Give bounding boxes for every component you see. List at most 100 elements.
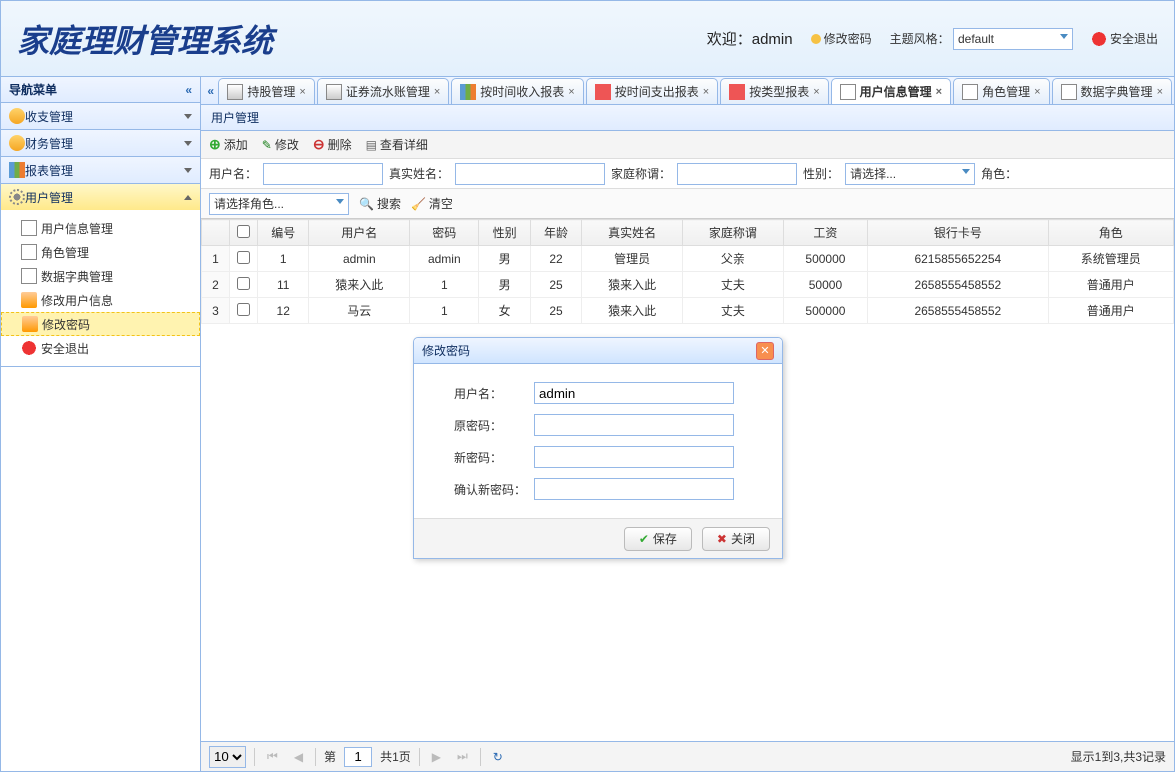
tab-bar: « 持股管理× 证券流水账管理× 按时间收入报表× 按时间支出报表× 按类型报表… [201,77,1174,105]
app-header: 家庭理财管理系统 欢迎：admin 修改密码 主题风格： default 安全退… [1,1,1174,77]
theme-select[interactable]: default [953,28,1073,50]
sidebar-item-change-pwd[interactable]: 修改密码 [1,312,200,336]
search-icon: 🔍 [359,197,374,211]
org-icon [729,84,745,100]
plus-icon: ⊕ [209,136,221,153]
add-button[interactable]: ⊕添加 [209,136,248,153]
search-button[interactable]: 🔍搜索 [359,195,401,212]
tab-expense-time[interactable]: 按时间支出报表× [586,78,718,104]
close-button[interactable]: ✖关闭 [702,527,770,551]
broom-icon: 🧹 [411,197,426,211]
tab-stock[interactable]: 持股管理× [218,78,314,104]
dialog-title: 修改密码 ✕ [414,338,782,364]
sidebar-item-user-info[interactable]: 用户信息管理 [1,216,200,240]
logout-link[interactable]: 安全退出 [1091,30,1158,47]
close-icon[interactable]: × [434,86,440,98]
view-button[interactable]: ▤查看详细 [366,136,428,153]
tab-securities[interactable]: 证券流水账管理× [317,78,449,104]
save-button[interactable]: ✔保存 [624,527,692,551]
gear-icon [9,189,25,205]
folder-icon [227,84,243,100]
first-page[interactable]: ⏮ [263,749,282,764]
close-icon[interactable]: × [1157,86,1163,98]
chart-icon [9,162,25,178]
close-icon[interactable]: × [299,86,305,98]
close-icon[interactable]: × [703,86,709,98]
tab-scroll-left[interactable]: « [203,78,218,104]
tab-user-info[interactable]: 用户信息管理× [831,78,951,104]
x-icon: ✖ [717,532,727,546]
edit-icon [21,292,37,308]
next-page[interactable]: ▶ [428,750,445,764]
doc-icon [21,268,37,284]
sidebar-item-dict[interactable]: 数据字典管理 [1,264,200,288]
dlg-new-pwd[interactable] [534,446,734,468]
sidebar-group-user[interactable]: 用户管理 [1,184,200,210]
tab-income-time[interactable]: 按时间收入报表× [451,78,583,104]
pager-info: 显示1到3,共3记录 [1071,748,1166,765]
app-title: 家庭理财管理系统 [17,16,273,62]
row-checkbox[interactable] [237,277,250,290]
sidebar-group-income[interactable]: 收支管理 [1,103,200,129]
doc-icon [840,84,856,100]
close-icon[interactable]: × [1034,86,1040,98]
sidebar-group-finance[interactable]: 财务管理 [1,130,200,156]
welcome-text: 欢迎：admin [707,28,793,49]
doc-icon [962,84,978,100]
dialog-close-button[interactable]: ✕ [756,342,774,360]
tab-role[interactable]: 角色管理× [953,78,1049,104]
toolbar: ⊕添加 ✎修改 ⊖删除 ▤查看详细 [201,131,1174,159]
tab-dict[interactable]: 数据字典管理× [1052,78,1172,104]
tab-type-report[interactable]: 按类型报表× [720,78,828,104]
exit-icon [1091,31,1107,47]
money-icon [9,135,25,151]
table-row[interactable]: 312马云1女25猿来入此丈夫5000002658555458552普通用户 [202,298,1174,324]
search-realname[interactable] [455,163,605,185]
exit-icon [21,340,37,356]
dlg-username[interactable] [534,382,734,404]
last-page[interactable]: ⏭ [453,749,472,764]
select-all-checkbox[interactable] [237,225,250,238]
prev-page[interactable]: ◀ [290,750,307,764]
close-icon[interactable]: × [813,86,819,98]
change-password-link[interactable]: 修改密码 [811,30,872,47]
pager: 10 ⏮ ◀ 第 共1页 ▶ ⏭ ↻ 显示1到3,共3记录 [201,741,1174,771]
search-family[interactable] [677,163,797,185]
page-size-select[interactable]: 10 [209,746,246,768]
search-row-2: 请选择角色... 🔍搜索 🧹清空 [201,189,1174,219]
pencil-icon: ✎ [262,138,272,152]
gender-select[interactable]: 请选择... [845,163,975,185]
sidebar-item-edit-user[interactable]: 修改用户信息 [1,288,200,312]
refresh-button[interactable]: ↻ [489,750,507,764]
close-icon[interactable]: × [568,86,574,98]
money-icon [9,108,25,124]
role-select[interactable]: 请选择角色... [209,193,349,215]
key-icon [811,34,821,44]
close-icon[interactable]: × [936,86,942,98]
edit-icon [22,316,38,332]
search-row: 用户名： 真实姓名： 家庭称谓： 性别： 请选择... 角色： [201,159,1174,189]
check-icon: ✔ [639,532,649,546]
collapse-icon[interactable]: « [185,83,192,97]
table-row[interactable]: 211猿来入此1男25猿来入此丈夫500002658555458552普通用户 [202,272,1174,298]
sidebar-title: 导航菜单 « [1,77,200,103]
page-input[interactable] [344,747,372,767]
sidebar-item-role[interactable]: 角色管理 [1,240,200,264]
dlg-old-pwd[interactable] [534,414,734,436]
doc-icon [21,244,37,260]
row-checkbox[interactable] [237,251,250,264]
dlg-confirm-pwd[interactable] [534,478,734,500]
search-username[interactable] [263,163,383,185]
doc-icon [1061,84,1077,100]
clear-button[interactable]: 🧹清空 [411,195,453,212]
sidebar-group-report[interactable]: 报表管理 [1,157,200,183]
delete-button[interactable]: ⊖删除 [313,136,352,153]
edit-button[interactable]: ✎修改 [262,136,299,153]
row-checkbox[interactable] [237,303,250,316]
sidebar: 导航菜单 « 收支管理 财务管理 报表管理 用户管理 用户信息管理 角色管理 数… [1,77,201,771]
table-row[interactable]: 11adminadmin男22管理员父亲5000006215855652254系… [202,246,1174,272]
sidebar-item-logout[interactable]: 安全退出 [1,336,200,360]
doc-icon [21,220,37,236]
minus-icon: ⊖ [313,136,325,153]
folder-icon [326,84,342,100]
